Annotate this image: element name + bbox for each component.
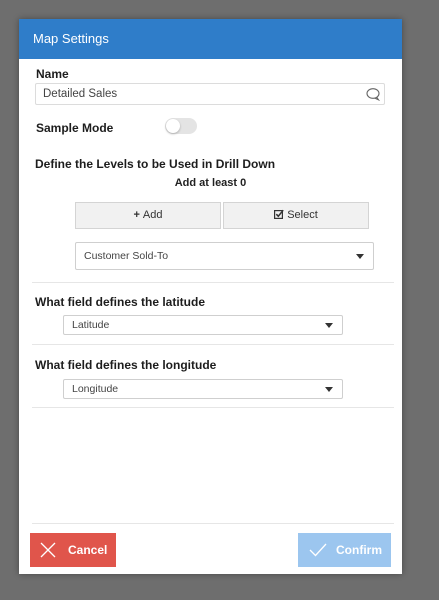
chevron-down-icon xyxy=(325,323,333,328)
cancel-button[interactable]: Cancel xyxy=(30,533,116,567)
longitude-dropdown-value: Longitude xyxy=(72,383,119,395)
footer-divider xyxy=(32,523,394,524)
name-input[interactable]: Detailed Sales xyxy=(35,83,385,105)
checkbox-icon xyxy=(274,209,284,220)
latitude-dropdown[interactable]: Latitude xyxy=(63,315,343,335)
sample-mode-label: Sample Mode xyxy=(36,121,114,135)
sample-mode-toggle[interactable] xyxy=(165,118,197,134)
longitude-dropdown[interactable]: Longitude xyxy=(63,379,343,399)
level-dropdown[interactable]: Customer Sold-To xyxy=(75,242,374,270)
add-level-button[interactable]: + Add xyxy=(75,202,221,229)
cancel-label: Cancel xyxy=(68,543,108,557)
latitude-dropdown-value: Latitude xyxy=(72,319,110,331)
map-settings-dialog: Map Settings Name Detailed Sales Sample … xyxy=(19,19,402,574)
longitude-label: What field defines the longitude xyxy=(35,358,217,372)
select-level-label: Select xyxy=(287,209,318,221)
chevron-down-icon xyxy=(325,387,333,392)
close-icon xyxy=(40,542,56,558)
name-input-value: Detailed Sales xyxy=(43,88,118,100)
latitude-label: What field defines the latitude xyxy=(35,295,206,309)
plus-icon: + xyxy=(133,209,140,221)
levels-label: Define the Levels to be Used in Drill Do… xyxy=(35,157,276,171)
confirm-label: Confirm xyxy=(336,543,382,557)
toggle-knob xyxy=(166,119,180,133)
select-level-button[interactable]: Select xyxy=(223,202,369,229)
levels-hint: Add at least 0 xyxy=(174,177,247,189)
comment-icon[interactable] xyxy=(366,87,380,101)
divider xyxy=(32,344,394,345)
confirm-button[interactable]: Confirm xyxy=(298,533,391,567)
add-level-label: Add xyxy=(142,209,163,221)
divider xyxy=(32,407,394,408)
chevron-down-icon xyxy=(356,254,364,259)
level-dropdown-value: Customer Sold-To xyxy=(84,250,169,262)
name-label: Name xyxy=(36,67,69,81)
check-icon xyxy=(309,543,327,557)
divider xyxy=(32,282,394,283)
dialog-title: Map Settings xyxy=(19,19,402,59)
